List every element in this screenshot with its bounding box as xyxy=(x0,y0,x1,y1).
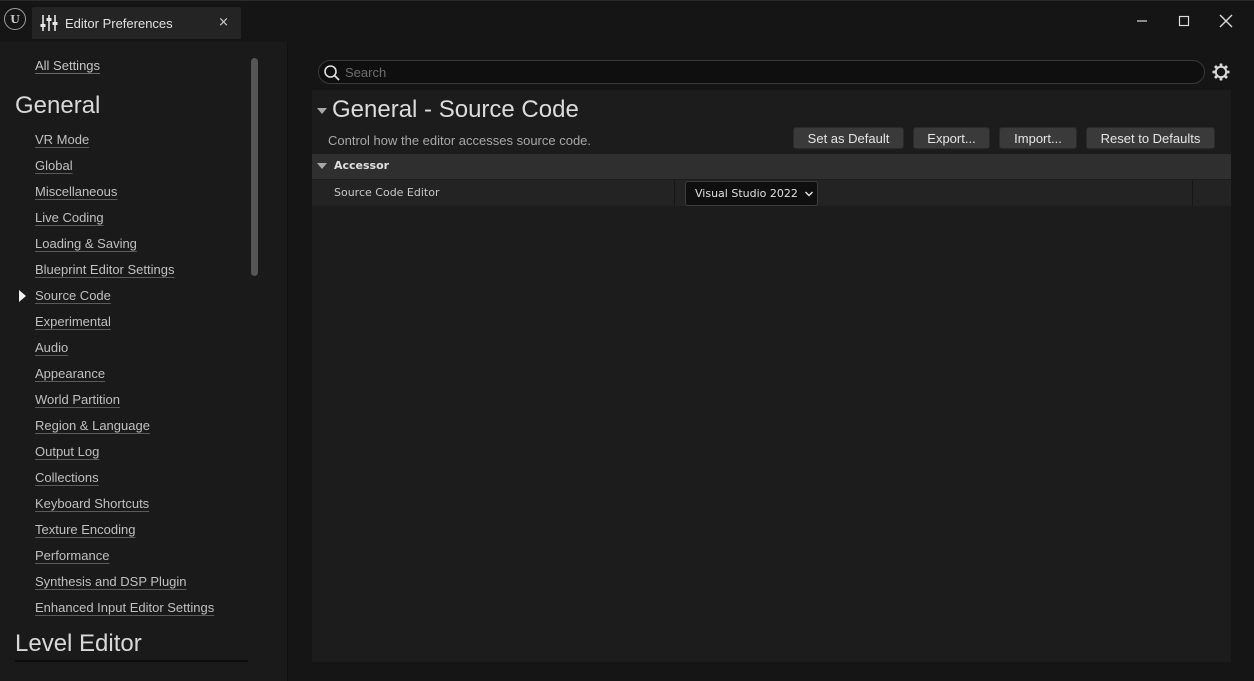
sidebar-item-enhanced-input-editor-settings[interactable]: Enhanced Input Editor Settings xyxy=(35,600,214,615)
sidebar-item-world-partition[interactable]: World Partition xyxy=(35,392,120,407)
reset-to-defaults-button[interactable]: Reset to Defaults xyxy=(1086,127,1215,149)
minimize-button[interactable] xyxy=(1128,9,1156,33)
column-splitter[interactable] xyxy=(674,180,675,206)
sidebar-item-output-log[interactable]: Output Log xyxy=(35,444,99,459)
search-box[interactable] xyxy=(318,60,1205,84)
tab-title: Editor Preferences xyxy=(65,15,173,31)
sidebar-item-audio[interactable]: Audio xyxy=(35,340,68,355)
sidebar-scrollbar[interactable] xyxy=(251,58,258,276)
import-button[interactable]: Import... xyxy=(999,127,1077,149)
section-title-level-editor: Level Editor xyxy=(15,630,142,657)
maximize-icon xyxy=(1178,15,1190,27)
close-tab-icon[interactable]: × xyxy=(218,15,229,30)
unreal-logo-icon[interactable]: U xyxy=(4,8,26,30)
close-window-button[interactable] xyxy=(1212,9,1240,33)
sidebar-item-vr-mode[interactable]: VR Mode xyxy=(35,132,89,147)
search-icon xyxy=(324,65,340,81)
close-icon xyxy=(1219,14,1233,28)
all-settings-link[interactable]: All Settings xyxy=(35,58,100,73)
section-divider xyxy=(15,660,248,662)
column-splitter-right[interactable] xyxy=(1192,180,1193,206)
maximize-button[interactable] xyxy=(1170,9,1198,33)
category-label: Accessor xyxy=(334,159,390,172)
sidebar-item-texture-encoding[interactable]: Texture Encoding xyxy=(35,522,135,537)
chevron-down-icon xyxy=(804,190,813,197)
gear-icon[interactable] xyxy=(1211,62,1231,82)
sliders-icon xyxy=(40,15,58,31)
dropdown-value: Visual Studio 2022 xyxy=(695,187,798,200)
selected-arrow-icon xyxy=(19,290,26,302)
sidebar-item-synthesis-dsp-plugin[interactable]: Synthesis and DSP Plugin xyxy=(35,574,187,589)
sidebar-item-live-coding[interactable]: Live Coding xyxy=(35,210,104,225)
sidebar-item-appearance[interactable]: Appearance xyxy=(35,366,105,381)
category-header-accessor[interactable]: Accessor xyxy=(312,154,1231,179)
sidebar-item-experimental[interactable]: Experimental xyxy=(35,314,111,329)
sidebar-item-region-language[interactable]: Region & Language xyxy=(35,418,150,433)
search-input[interactable] xyxy=(345,61,1195,83)
details-panel: General - Source Code Control how the ed… xyxy=(312,90,1231,662)
page-description: Control how the editor accesses source c… xyxy=(328,133,592,148)
sidebar-item-miscellaneous[interactable]: Miscellaneous xyxy=(35,184,117,199)
sidebar-item-keyboard-shortcuts[interactable]: Keyboard Shortcuts xyxy=(35,496,149,511)
settings-sidebar: All Settings General VR Mode Global Misc… xyxy=(0,42,288,681)
source-code-editor-dropdown[interactable]: Visual Studio 2022 xyxy=(685,181,818,206)
minimize-icon xyxy=(1137,20,1147,22)
collapse-section-icon[interactable] xyxy=(317,108,327,114)
section-title-general: General xyxy=(15,92,101,119)
sidebar-item-global[interactable]: Global xyxy=(35,158,73,173)
panel-divider[interactable] xyxy=(287,42,288,681)
sidebar-item-collections[interactable]: Collections xyxy=(35,470,99,485)
property-label: Source Code Editor xyxy=(334,186,440,199)
settings-main-panel: General - Source Code Control how the ed… xyxy=(289,42,1254,681)
title-bar: U Editor Preferences × xyxy=(0,0,1254,42)
sidebar-item-blueprint-editor-settings[interactable]: Blueprint Editor Settings xyxy=(35,262,174,277)
tab-editor-preferences[interactable]: Editor Preferences × xyxy=(32,7,241,39)
sidebar-item-loading-saving[interactable]: Loading & Saving xyxy=(35,236,137,251)
page-title: General - Source Code xyxy=(332,96,579,123)
property-row-source-code-editor: Source Code Editor Visual Studio 2022 xyxy=(312,180,1231,206)
sidebar-item-source-code[interactable]: Source Code xyxy=(35,288,111,303)
set-as-default-button[interactable]: Set as Default xyxy=(793,127,904,149)
export-button[interactable]: Export... xyxy=(913,127,990,149)
sidebar-item-performance[interactable]: Performance xyxy=(35,548,109,563)
collapse-category-icon[interactable] xyxy=(317,163,327,169)
